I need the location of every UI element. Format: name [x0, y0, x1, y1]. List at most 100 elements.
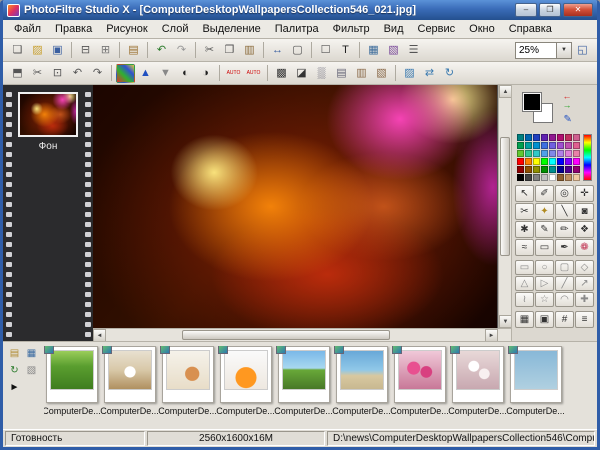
palette-color[interactable]	[533, 174, 540, 181]
palette-color[interactable]	[565, 166, 572, 173]
layer-thumbnail[interactable]	[18, 92, 78, 137]
shape-lasso[interactable]: ◠	[555, 292, 574, 307]
zoom-level-select[interactable]: 25%	[515, 42, 557, 59]
palette-color[interactable]	[565, 158, 572, 165]
sharpen-filter-button[interactable]: ▤	[332, 64, 351, 83]
menu-filter[interactable]: Фильтр	[326, 21, 377, 37]
palette-color[interactable]	[573, 166, 580, 173]
palette-color[interactable]	[573, 134, 580, 141]
crop-image-button[interactable]: ✂	[28, 64, 47, 83]
scan-import-button[interactable]: ⊞	[96, 41, 115, 60]
rotate-90-button[interactable]: ↻	[440, 64, 459, 83]
palette-color[interactable]	[517, 166, 524, 173]
browser-play-icon[interactable]: ►	[7, 380, 22, 395]
palette-color[interactable]	[565, 174, 572, 181]
palette-color[interactable]	[557, 150, 564, 157]
vertical-scrollbar[interactable]: ▲ ▼	[498, 85, 511, 328]
advanced-brush-tool[interactable]: ✏	[555, 221, 574, 238]
rotate-right-button[interactable]: ↷	[88, 64, 107, 83]
palette-color[interactable]	[525, 174, 532, 181]
grid-toggle[interactable]: ▦	[515, 311, 534, 328]
menu-tools[interactable]: Сервис	[411, 21, 463, 37]
eraser-tool[interactable]: ▭	[535, 239, 554, 256]
brush-tool[interactable]: ✎	[535, 221, 554, 238]
palette-color[interactable]	[549, 158, 556, 165]
explorer-module-button[interactable]: ▦	[364, 41, 383, 60]
symmetry-horizontal-button[interactable]: ⇄	[420, 64, 439, 83]
palette-color[interactable]	[541, 142, 548, 149]
spray-tool[interactable]: ✱	[515, 221, 534, 238]
palette-color[interactable]	[517, 142, 524, 149]
browser-thumbnail[interactable]: ComputerDe...	[450, 346, 505, 427]
browser-thumbnail[interactable]: ComputerDe...	[218, 346, 273, 427]
palette-color[interactable]	[541, 158, 548, 165]
preferences-button[interactable]: ☰	[404, 41, 423, 60]
transform-selection-button[interactable]: ⬒	[8, 64, 27, 83]
fit-window-button[interactable]: ◱	[573, 41, 592, 60]
palette-color[interactable]	[573, 158, 580, 165]
negative-button[interactable]: ◪	[292, 64, 311, 83]
menu-window[interactable]: Окно	[462, 21, 502, 37]
gamma-plus-button[interactable]: ▲	[136, 64, 155, 83]
vertical-scroll-thumb[interactable]	[500, 137, 510, 256]
shape-triangle[interactable]: △	[515, 276, 534, 291]
palette-color[interactable]	[549, 174, 556, 181]
hue-gradient-strip[interactable]	[583, 134, 592, 181]
palette-color[interactable]	[557, 174, 564, 181]
palette-color[interactable]	[541, 174, 548, 181]
coordinates-display[interactable]: #	[555, 311, 574, 328]
image-explorer-button[interactable]: ▤	[124, 41, 143, 60]
browser-thumbnail[interactable]: ComputerDe...	[160, 346, 215, 427]
palette-color[interactable]	[573, 142, 580, 149]
menu-edit[interactable]: Правка	[48, 21, 99, 37]
shape-ellipse[interactable]: ○	[535, 260, 554, 275]
palette-color[interactable]	[525, 142, 532, 149]
palette-color[interactable]	[557, 158, 564, 165]
photomasque-button[interactable]: ▧	[372, 64, 391, 83]
palette-color[interactable]	[549, 142, 556, 149]
palette-color[interactable]	[541, 134, 548, 141]
palette-color[interactable]	[565, 150, 572, 157]
palette-color[interactable]	[573, 174, 580, 181]
chevron-down-icon[interactable]: ▼	[557, 42, 572, 59]
image-size-button[interactable]: ↔	[268, 41, 287, 60]
palette-color[interactable]	[533, 142, 540, 149]
clone-stamp-tool[interactable]: ❖	[575, 221, 594, 238]
tool-options[interactable]: ▣	[535, 311, 554, 328]
palette-color[interactable]	[549, 150, 556, 157]
gamma-minus-button[interactable]: ▼	[156, 64, 175, 83]
auto-levels-button[interactable]: AUTO	[224, 64, 243, 83]
move-tool[interactable]: ✛	[575, 185, 594, 202]
redo-button[interactable]: ↷	[172, 41, 191, 60]
palette-color[interactable]	[525, 166, 532, 173]
menu-palette[interactable]: Палитра	[268, 21, 326, 37]
image-size-dialog-button[interactable]: ⊡	[48, 64, 67, 83]
rotate-left-button[interactable]: ↶	[68, 64, 87, 83]
palette-color[interactable]	[533, 158, 540, 165]
palette-color[interactable]	[557, 142, 564, 149]
palette-color[interactable]	[565, 134, 572, 141]
palette-color[interactable]	[549, 134, 556, 141]
automate-module-button[interactable]: ▧	[384, 41, 403, 60]
horizontal-scroll-track[interactable]	[106, 329, 485, 341]
relief-filter-button[interactable]: ▥	[352, 64, 371, 83]
shape-line[interactable]: ╱	[555, 276, 574, 291]
landscape-filter-button[interactable]: ▨	[400, 64, 419, 83]
palette-color[interactable]	[517, 174, 524, 181]
palette-color[interactable]	[549, 166, 556, 173]
shape-arrow[interactable]: ↗	[575, 276, 594, 291]
shape-rectangle[interactable]: ▭	[515, 260, 534, 275]
minimize-button[interactable]: –	[515, 3, 537, 17]
shape-freehand[interactable]: ≀	[515, 292, 534, 307]
contrast-button[interactable]: ◐	[176, 64, 195, 83]
line-tool[interactable]: ╲	[555, 203, 574, 220]
color-palette-button[interactable]	[116, 64, 135, 83]
shape-rounded-rectangle[interactable]: ▢	[555, 260, 574, 275]
palette-color[interactable]	[565, 142, 572, 149]
auto-contrast-button[interactable]: AUTO	[244, 64, 263, 83]
palette-color[interactable]	[525, 134, 532, 141]
foreground-color-swatch[interactable]	[522, 92, 542, 112]
close-button[interactable]: ✕	[563, 3, 593, 17]
paste-button[interactable]: ▥	[240, 41, 259, 60]
browser-settings-icon[interactable]: ▧	[24, 363, 39, 378]
